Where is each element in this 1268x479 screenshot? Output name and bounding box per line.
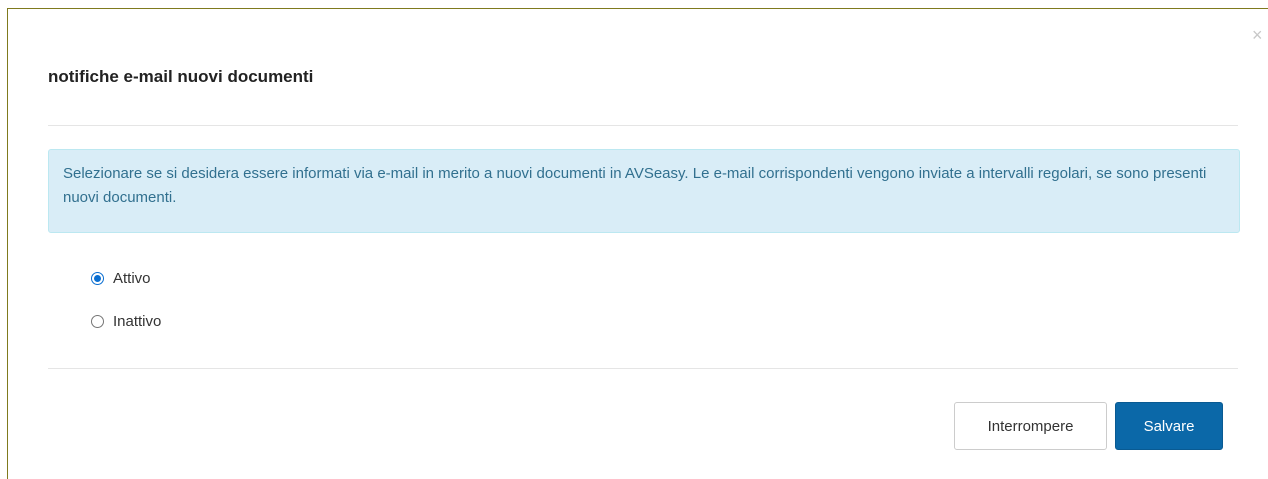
radio-label-inattivo: Inattivo [113, 313, 162, 330]
cancel-button[interactable]: Interrompere [954, 402, 1107, 450]
modal-dialog: × notifiche e-mail nuovi documenti Selez… [0, 0, 1268, 479]
radio-option-inattivo[interactable]: Inattivo [91, 313, 161, 330]
header-divider [48, 125, 1238, 126]
frame-border-top [7, 8, 1268, 9]
save-button[interactable]: Salvare [1115, 402, 1223, 450]
frame-border-left [7, 8, 8, 479]
info-alert: Selezionare se si desidera essere inform… [48, 149, 1240, 233]
info-alert-text: Selezionare se si desidera essere inform… [63, 165, 1207, 206]
radio-unchecked-icon[interactable] [91, 315, 104, 328]
close-icon[interactable]: × [1252, 26, 1266, 46]
footer-divider [48, 368, 1238, 369]
radio-checked-icon[interactable] [91, 272, 104, 285]
radio-option-attivo[interactable]: Attivo [91, 270, 151, 287]
radio-label-attivo: Attivo [113, 270, 151, 287]
modal-title: notifiche e-mail nuovi documenti [48, 67, 314, 86]
